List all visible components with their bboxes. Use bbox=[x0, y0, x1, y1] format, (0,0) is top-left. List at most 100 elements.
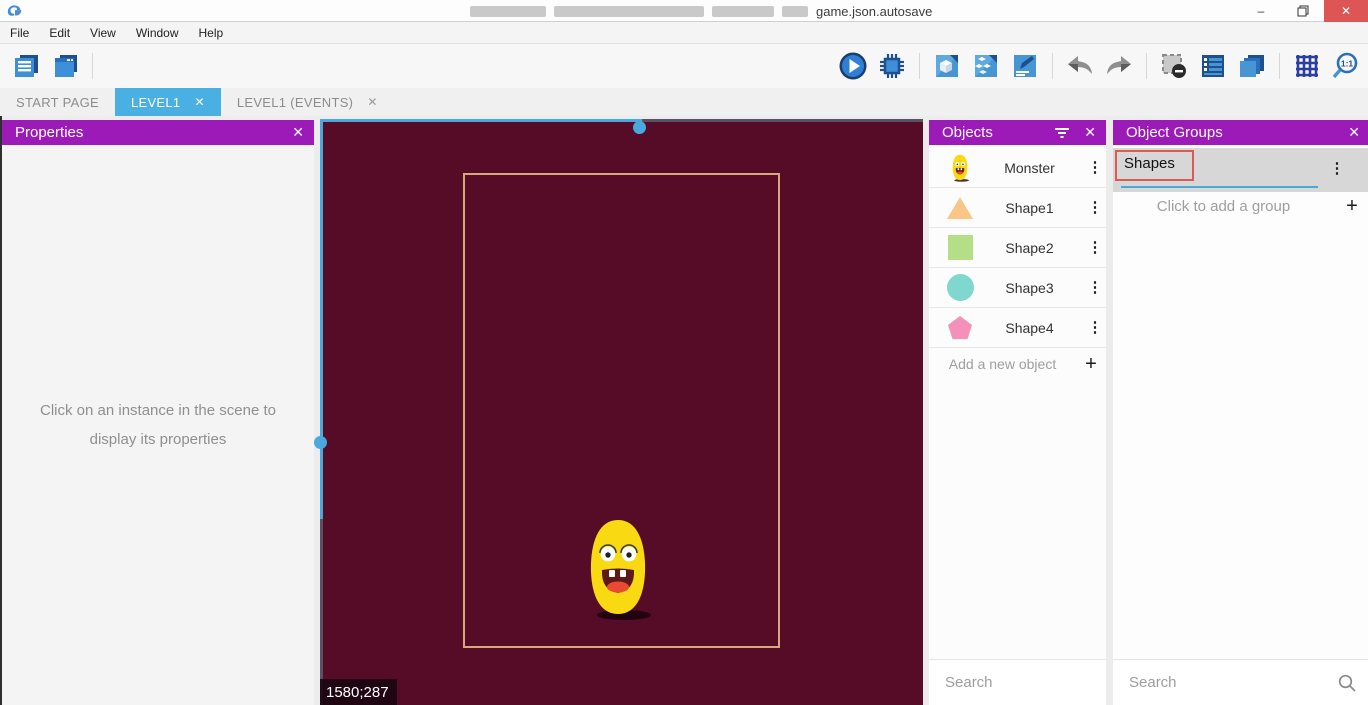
tab-label: LEVEL1 (EVENTS) bbox=[237, 95, 354, 110]
object-row-shape3[interactable]: Shape3 ⋮ bbox=[929, 268, 1106, 308]
toolbar-separator bbox=[1146, 53, 1147, 79]
objects-editor-icon[interactable] bbox=[970, 50, 1002, 82]
redacted-text-block bbox=[554, 6, 704, 17]
zoom-1-1-icon[interactable]: 1:1 bbox=[1330, 50, 1362, 82]
tab-close-icon[interactable]: ✕ bbox=[367, 95, 377, 109]
properties-empty-message: Click on an instance in the scene to dis… bbox=[18, 396, 298, 455]
add-group-row[interactable]: Click to add a group + bbox=[1113, 192, 1368, 220]
add-group-hint: Click to add a group bbox=[1113, 198, 1334, 215]
properties-panel: Properties ✕ Click on an instance in the… bbox=[2, 120, 314, 705]
window-title: game.json.autosave bbox=[470, 0, 932, 22]
panel-divider[interactable] bbox=[1106, 116, 1113, 705]
layers-icon[interactable] bbox=[1236, 50, 1268, 82]
object-groups-panel: Object Groups ✕ ⋮ Click to add a group + bbox=[1113, 120, 1368, 705]
edit-scene-icon[interactable] bbox=[1009, 50, 1041, 82]
monster-instance[interactable] bbox=[584, 517, 652, 621]
start-page-icon[interactable] bbox=[49, 50, 81, 82]
tab-level1-events[interactable]: LEVEL1 (EVENTS) ✕ bbox=[221, 88, 394, 116]
redacted-text-block bbox=[470, 6, 546, 17]
restore-button[interactable] bbox=[1282, 0, 1324, 22]
panel-title: Object Groups bbox=[1126, 124, 1223, 141]
toolbar-separator bbox=[92, 53, 93, 79]
object-groups-panel-header: Object Groups ✕ bbox=[1113, 120, 1368, 145]
group-menu-icon[interactable]: ⋮ bbox=[1326, 161, 1348, 176]
selection-edge-left bbox=[320, 119, 323, 519]
object-menu-icon[interactable]: ⋮ bbox=[1084, 240, 1106, 255]
panel-title: Properties bbox=[15, 124, 83, 141]
object-label: Shape1 bbox=[975, 200, 1084, 216]
objects-search-bar bbox=[929, 659, 1106, 705]
groups-search-bar bbox=[1113, 659, 1368, 705]
close-panel-icon[interactable]: ✕ bbox=[292, 124, 304, 141]
square-thumbnail-icon bbox=[945, 235, 975, 260]
toolbar-separator bbox=[1279, 53, 1280, 79]
objects-panel: Objects ✕ Monster ⋮ Shape1 ⋮ bbox=[929, 120, 1106, 705]
project-manager-icon[interactable] bbox=[10, 50, 42, 82]
add-group-plus-icon[interactable]: + bbox=[1334, 195, 1368, 218]
properties-panel-header: Properties ✕ bbox=[2, 120, 314, 145]
minimize-button[interactable]: – bbox=[1240, 0, 1282, 22]
tab-start-page[interactable]: START PAGE bbox=[0, 88, 115, 116]
close-panel-icon[interactable]: ✕ bbox=[1084, 124, 1096, 141]
tab-bar: START PAGE LEVEL1 ✕ LEVEL1 (EVENTS) ✕ bbox=[0, 88, 1368, 116]
menu-file[interactable]: File bbox=[0, 22, 39, 44]
annotation-highlight-box bbox=[1115, 150, 1194, 181]
grid-icon[interactable] bbox=[1291, 50, 1323, 82]
object-label: Monster bbox=[975, 160, 1084, 176]
object-row-monster[interactable]: Monster ⋮ bbox=[929, 148, 1106, 188]
undo-icon[interactable] bbox=[1064, 50, 1096, 82]
object-menu-icon[interactable]: ⋮ bbox=[1084, 320, 1106, 335]
circle-thumbnail-icon bbox=[945, 274, 975, 301]
search-icon bbox=[1338, 674, 1356, 692]
group-name-row: ⋮ bbox=[1113, 148, 1368, 192]
add-instance-icon[interactable] bbox=[931, 50, 963, 82]
object-row-shape1[interactable]: Shape1 ⋮ bbox=[929, 188, 1106, 228]
tab-level1[interactable]: LEVEL1 ✕ bbox=[115, 88, 221, 116]
play-icon[interactable] bbox=[837, 50, 869, 82]
resize-handle-top[interactable] bbox=[633, 121, 646, 134]
object-row-shape4[interactable]: Shape4 ⋮ bbox=[929, 308, 1106, 348]
restore-icon bbox=[1297, 5, 1309, 17]
object-row-shape2[interactable]: Shape2 ⋮ bbox=[929, 228, 1106, 268]
resize-handle-left[interactable] bbox=[314, 436, 327, 449]
menu-bar: File Edit View Window Help bbox=[0, 22, 1368, 44]
filter-icon[interactable] bbox=[1054, 127, 1070, 139]
object-menu-icon[interactable]: ⋮ bbox=[1084, 200, 1106, 215]
clear-selection-icon[interactable] bbox=[1158, 50, 1190, 82]
pentagon-thumbnail-icon bbox=[945, 315, 975, 340]
menu-help[interactable]: Help bbox=[189, 22, 234, 44]
redacted-text-block bbox=[782, 6, 808, 17]
redo-icon[interactable] bbox=[1103, 50, 1135, 82]
close-panel-icon[interactable]: ✕ bbox=[1348, 124, 1360, 141]
tab-label: START PAGE bbox=[16, 95, 99, 110]
objects-search-input[interactable] bbox=[929, 674, 1144, 691]
properties-body: Click on an instance in the scene to dis… bbox=[2, 145, 314, 705]
tab-close-icon[interactable]: ✕ bbox=[194, 95, 204, 109]
tab-label: LEVEL1 bbox=[131, 95, 181, 110]
add-object-label: Add a new object bbox=[929, 356, 1076, 372]
canvas-edge-top bbox=[642, 119, 923, 122]
input-focus-underline bbox=[1121, 186, 1318, 188]
object-menu-icon[interactable]: ⋮ bbox=[1084, 280, 1106, 295]
menu-edit[interactable]: Edit bbox=[39, 22, 80, 44]
add-object-row[interactable]: Add a new object + bbox=[929, 348, 1106, 380]
toolbar: 1:1 bbox=[0, 44, 1368, 88]
debug-icon[interactable] bbox=[876, 50, 908, 82]
add-object-plus-icon[interactable]: + bbox=[1076, 353, 1106, 376]
cursor-coordinates: 1580;287 bbox=[320, 679, 397, 705]
title-bar: game.json.autosave – ✕ bbox=[0, 0, 1368, 22]
instances-list-icon[interactable] bbox=[1197, 50, 1229, 82]
panel-title: Objects bbox=[942, 124, 993, 141]
menu-view[interactable]: View bbox=[80, 22, 126, 44]
menu-window[interactable]: Window bbox=[126, 22, 189, 44]
scene-canvas[interactable]: 1580;287 bbox=[320, 119, 923, 705]
object-label: Shape3 bbox=[975, 280, 1084, 296]
groups-search-input[interactable] bbox=[1113, 674, 1338, 691]
canvas-edge-left bbox=[320, 519, 323, 705]
object-menu-icon[interactable]: ⋮ bbox=[1084, 160, 1106, 175]
svg-text:1:1: 1:1 bbox=[1341, 59, 1354, 69]
triangle-thumbnail-icon bbox=[945, 197, 975, 219]
app-logo-icon bbox=[6, 3, 24, 19]
close-button[interactable]: ✕ bbox=[1324, 0, 1368, 22]
main-area: Properties ✕ Click on an instance in the… bbox=[0, 116, 1368, 705]
